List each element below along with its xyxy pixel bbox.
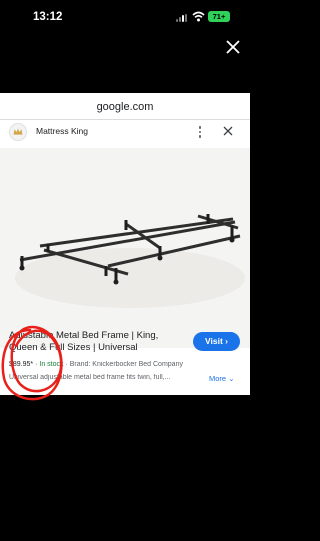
stock-status: In stock — [39, 361, 64, 368]
status-bar: 13:12 71+ — [0, 0, 250, 34]
product-meta: $89.95* · In stock · Brand: Knickerbocke… — [9, 361, 244, 368]
product-brand: Brand: Knickerbocker Bed Company — [69, 361, 183, 368]
chevron-right-icon: › — [225, 336, 228, 346]
result-card: google.com Mattress King Adjustable Meta… — [0, 93, 250, 395]
product-description: Universal adjustable metal bed frame fit… — [9, 374, 171, 381]
wifi-icon — [192, 11, 205, 22]
product-image[interactable] — [0, 148, 250, 348]
more-button[interactable]: More ⌄ — [209, 374, 234, 383]
battery-indicator: 71+ — [208, 11, 230, 22]
product-title[interactable]: Adjustable Metal Bed Frame | King, Queen… — [9, 330, 189, 354]
product-price: $89.95* — [9, 361, 34, 368]
chevron-down-icon: ⌄ — [228, 374, 235, 383]
page-domain: google.com — [96, 101, 154, 113]
signal-icon — [176, 14, 188, 22]
close-icon[interactable] — [222, 125, 234, 137]
visit-button-label: Visit — [204, 336, 223, 346]
more-label: More — [209, 374, 227, 383]
visit-button[interactable]: Visit › — [193, 332, 240, 351]
crown-icon — [9, 123, 27, 141]
status-time: 13:12 — [33, 11, 63, 23]
more-vert-icon[interactable] — [196, 124, 204, 140]
site-name: Mattress King — [36, 126, 88, 136]
close-icon[interactable] — [223, 37, 243, 57]
site-header[interactable]: Mattress King — [0, 120, 250, 146]
